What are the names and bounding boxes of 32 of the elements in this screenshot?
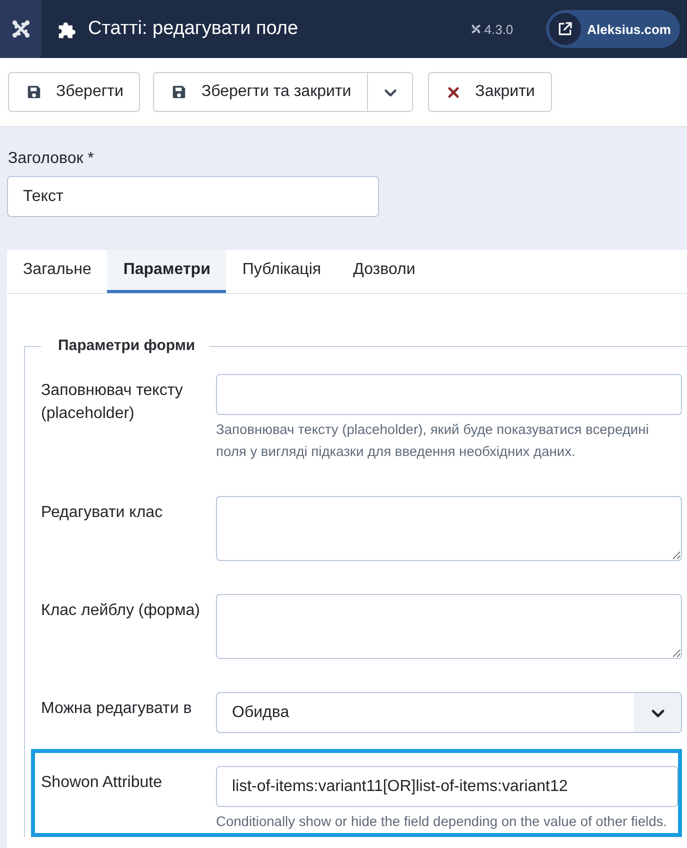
- external-link-icon: [549, 13, 582, 45]
- save-and-close-button[interactable]: Зберегти та закрити: [153, 72, 368, 112]
- logo-icon: [471, 24, 482, 34]
- save-button[interactable]: Зберегти: [8, 72, 140, 112]
- field-label: Клас лейблу (форма): [41, 601, 201, 621]
- field-description: Заповнювач тексту (placeholder), який буде показуватися всередині поля у вигляді підказки для введення необхідних даних.: [216, 421, 650, 461]
- tab[interactable]: Параметри: [107, 250, 226, 293]
- field-label: Редагувати клас: [41, 503, 164, 523]
- text-input[interactable]: [216, 374, 682, 415]
- title-input[interactable]: Текст: [7, 176, 379, 217]
- textarea-field[interactable]: [216, 496, 682, 561]
- site-link[interactable]: Aleksius.com: [546, 10, 680, 48]
- tab[interactable]: Публікація: [226, 250, 338, 293]
- logo-icon[interactable]: [0, 0, 41, 58]
- field-description: Conditionally show or hide the field depending on the value of other fields.: [216, 813, 668, 831]
- tab[interactable]: Дозволи: [337, 250, 432, 293]
- save-icon: [27, 85, 41, 99]
- close-icon: [447, 86, 460, 98]
- tab[interactable]: Загальне: [7, 250, 108, 293]
- field-label: Можна редагувати в: [41, 699, 193, 719]
- field-label: Заголовок *: [8, 149, 94, 169]
- dropdown-toggle[interactable]: [368, 72, 414, 112]
- close-button[interactable]: Закрити: [428, 72, 552, 112]
- field-label: Showon Attribute: [41, 773, 163, 793]
- field-label: Заповнювач тексту (placeholder): [41, 381, 184, 424]
- select-field[interactable]: Обидва: [216, 692, 682, 733]
- page-title: Статті: редагувати поле: [88, 18, 298, 40]
- version-number: 4.3.0: [484, 22, 514, 36]
- text-input[interactable]: list-of-items:variant11[OR]list-of-items:variant12: [216, 766, 678, 807]
- textarea-field[interactable]: [216, 594, 682, 659]
- save-icon: [172, 85, 186, 99]
- fieldset-legend: Параметри форми: [41, 336, 210, 356]
